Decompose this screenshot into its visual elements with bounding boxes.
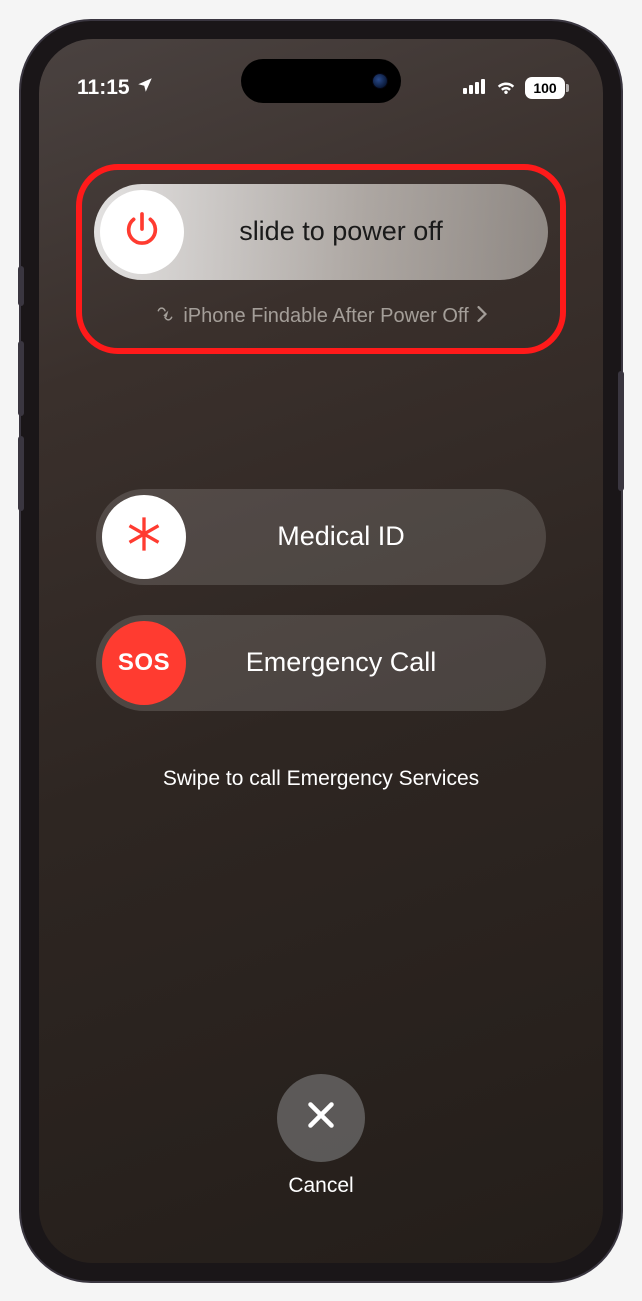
phone-frame: 11:15 <box>21 21 621 1281</box>
cancel-block: Cancel <box>277 1074 365 1198</box>
content-area: slide to power off iPhone Findable After… <box>39 109 603 1263</box>
power-off-label: slide to power off <box>184 216 548 247</box>
sos-icon: SOS <box>118 649 170 677</box>
asterisk-icon <box>124 514 164 559</box>
battery-level: 100 <box>533 80 556 96</box>
emergency-hint: Swipe to call Emergency Services <box>163 767 479 791</box>
cellular-icon <box>463 76 487 100</box>
front-camera <box>373 74 387 88</box>
emergency-call-knob[interactable]: SOS <box>102 621 186 705</box>
location-icon <box>136 76 154 100</box>
wifi-icon <box>495 76 517 100</box>
slider-stack: Medical ID SOS Emergency Call Swipe to c… <box>96 489 546 791</box>
power-off-knob[interactable] <box>100 190 184 274</box>
emergency-call-label: Emergency Call <box>186 647 546 678</box>
power-icon <box>122 209 162 254</box>
findmy-icon <box>155 304 175 330</box>
side-button <box>618 371 624 491</box>
findable-label: iPhone Findable After Power Off <box>183 305 468 328</box>
medical-id-slider[interactable]: Medical ID <box>96 489 546 585</box>
medical-id-label: Medical ID <box>186 521 546 552</box>
volume-down-button <box>18 436 24 511</box>
cancel-label: Cancel <box>288 1174 353 1198</box>
findable-link[interactable]: iPhone Findable After Power Off <box>155 304 486 330</box>
screen: 11:15 <box>39 39 603 1263</box>
close-icon <box>303 1097 339 1138</box>
medical-id-knob[interactable] <box>102 495 186 579</box>
emergency-call-slider[interactable]: SOS Emergency Call <box>96 615 546 711</box>
battery-icon: 100 <box>525 77 565 99</box>
dynamic-island <box>241 59 401 103</box>
status-time: 11:15 <box>77 76 130 100</box>
status-left: 11:15 <box>77 76 154 100</box>
volume-up-button <box>18 341 24 416</box>
cancel-button[interactable] <box>277 1074 365 1162</box>
power-off-highlight: slide to power off iPhone Findable After… <box>76 164 566 354</box>
ringer-switch <box>18 266 24 306</box>
status-right: 100 <box>463 76 565 100</box>
power-off-slider[interactable]: slide to power off <box>94 184 548 280</box>
chevron-right-icon <box>477 305 487 328</box>
